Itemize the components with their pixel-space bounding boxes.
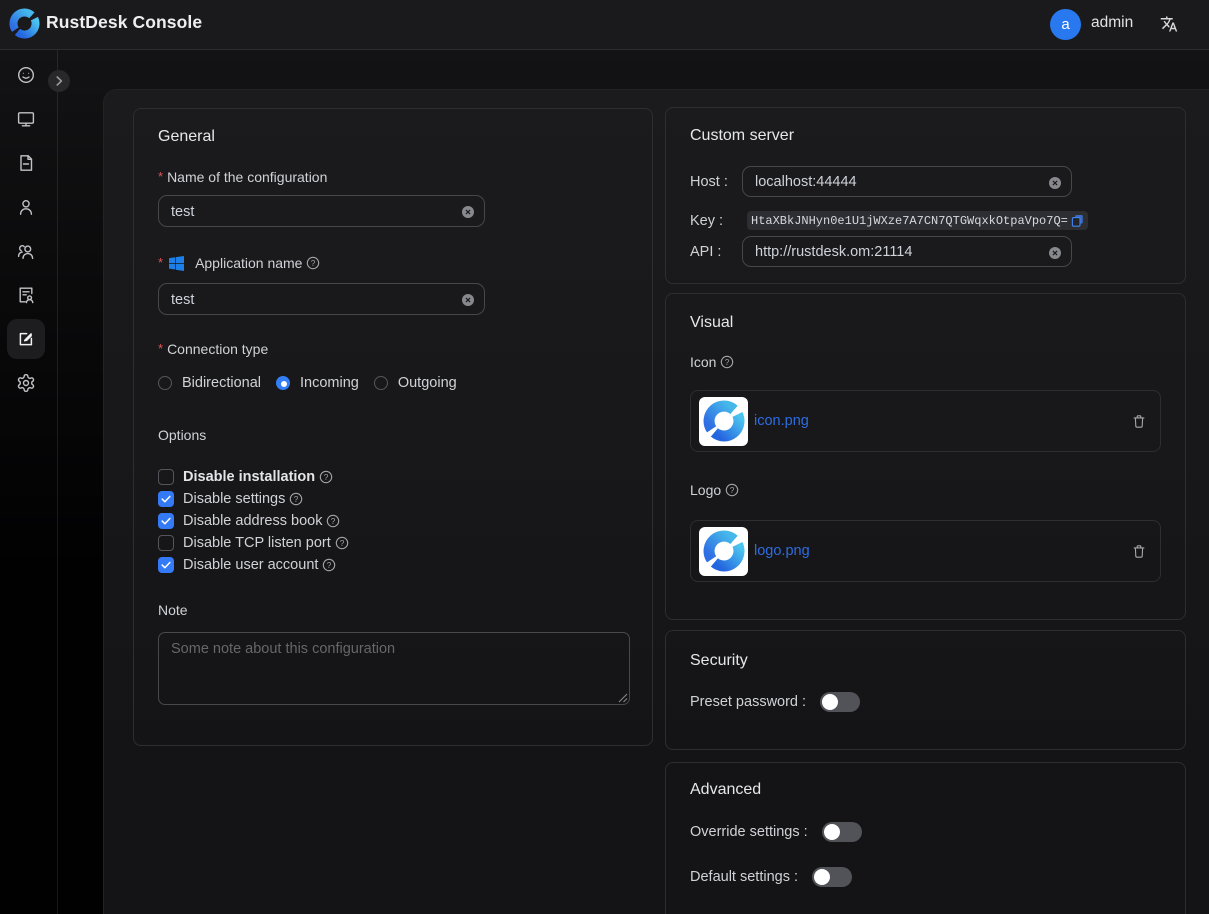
svg-text:?: ?: [327, 561, 332, 570]
svg-text:?: ?: [339, 539, 344, 548]
svg-text:?: ?: [311, 259, 316, 268]
svg-text:?: ?: [324, 473, 329, 482]
svg-text:?: ?: [730, 486, 735, 495]
svg-text:?: ?: [294, 495, 299, 504]
svg-text:?: ?: [725, 358, 730, 367]
svg-text:?: ?: [331, 517, 336, 526]
